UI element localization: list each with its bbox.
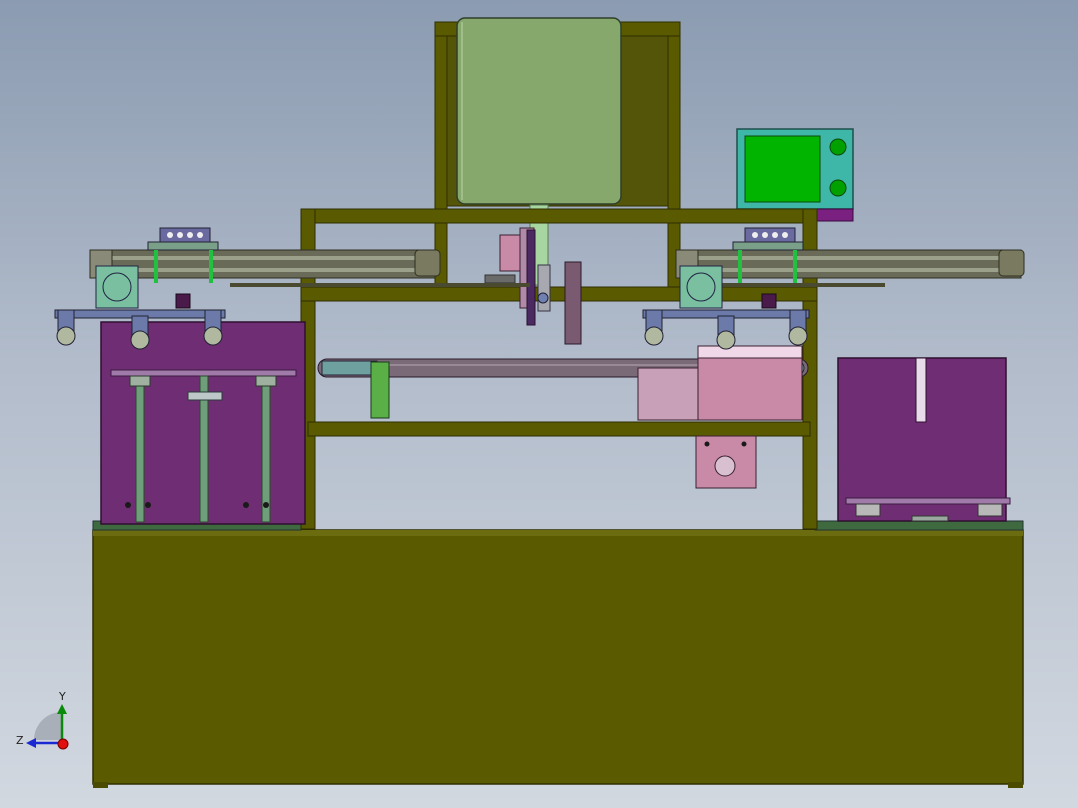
material-hopper: [456, 17, 622, 205]
z-axis-label: Z: [16, 734, 24, 747]
base-cabinet: [92, 529, 1024, 788]
machine-assembly-drawing: Y Z: [16, 17, 1025, 788]
right-linear-slide: [675, 227, 1025, 287]
control-monitor: [736, 128, 854, 222]
monitor-screen: [744, 135, 821, 203]
cad-viewport[interactable]: Y Z: [0, 0, 1078, 808]
left-guide-rod-1: [135, 375, 145, 523]
coordinate-triad[interactable]: Y Z: [16, 690, 69, 750]
cabinet-foot-left: [93, 782, 108, 788]
right-base-plate: [814, 520, 1024, 531]
right-roller-bracket: [642, 309, 810, 350]
left-guide-rod-3: [261, 375, 271, 523]
lower-motor-plate: [695, 435, 757, 489]
right-clamp-cabinet: [837, 357, 1011, 522]
monitor-button-top: [829, 138, 847, 156]
left-clamp-cabinet: [100, 321, 306, 525]
monitor-mount: [814, 208, 854, 222]
conveyor-support-left: [370, 361, 390, 419]
y-axis-label: Y: [58, 690, 66, 703]
triad-arc: [34, 712, 62, 740]
cabinet-foot-right: [1008, 782, 1023, 788]
x-axis-origin-dot: [57, 738, 69, 750]
product-block: [637, 345, 803, 421]
monitor-button-bottom: [829, 179, 847, 197]
